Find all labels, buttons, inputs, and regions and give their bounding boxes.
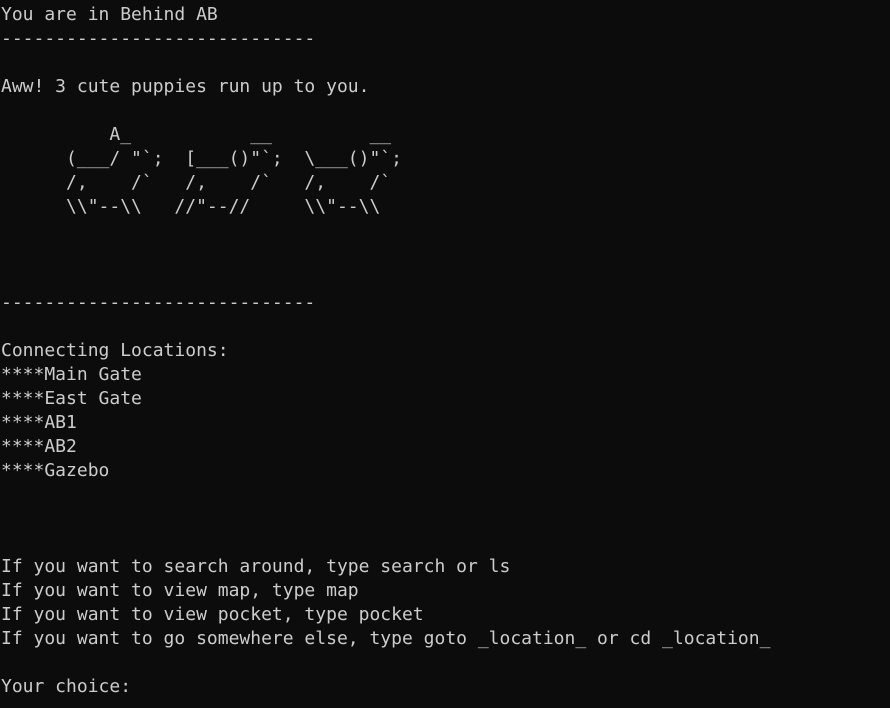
location-item: ****Gazebo xyxy=(1,460,110,481)
connecting-locations-heading: Connecting Locations: xyxy=(1,340,229,361)
location-item: ****East Gate xyxy=(1,388,142,409)
location-item: ****AB2 xyxy=(1,436,77,457)
divider-bottom: ----------------------------- xyxy=(1,292,316,313)
event-message: Aww! 3 cute puppies run up to you. xyxy=(1,76,370,97)
instruction-line: If you want to view pocket, type pocket xyxy=(1,604,424,625)
puppies-art-line: (___/ "`; [___()"`; \___()"`; xyxy=(1,148,402,169)
instruction-line: If you want to view map, type map xyxy=(1,580,359,601)
instruction-line: If you want to go somewhere else, type g… xyxy=(1,628,771,649)
puppies-art-line: \\"--\\ //"--// \\"--\\ xyxy=(1,196,381,217)
puppies-art-line: /, /` /, /` /, /` xyxy=(1,172,392,193)
location-item: ****AB1 xyxy=(1,412,77,433)
console-window[interactable]: You are in Behind AB -------------------… xyxy=(0,0,890,708)
input-cursor[interactable] xyxy=(131,697,141,699)
instruction-line: If you want to search around, type searc… xyxy=(1,556,511,577)
prompt-line[interactable]: Your choice: xyxy=(0,675,890,699)
location-line: You are in Behind AB xyxy=(1,4,218,25)
divider-top: ----------------------------- xyxy=(1,28,316,49)
location-item: ****Main Gate xyxy=(1,364,142,385)
puppies-art-line: A_ __ __ xyxy=(1,124,392,145)
prompt-label: Your choice: xyxy=(1,676,132,697)
